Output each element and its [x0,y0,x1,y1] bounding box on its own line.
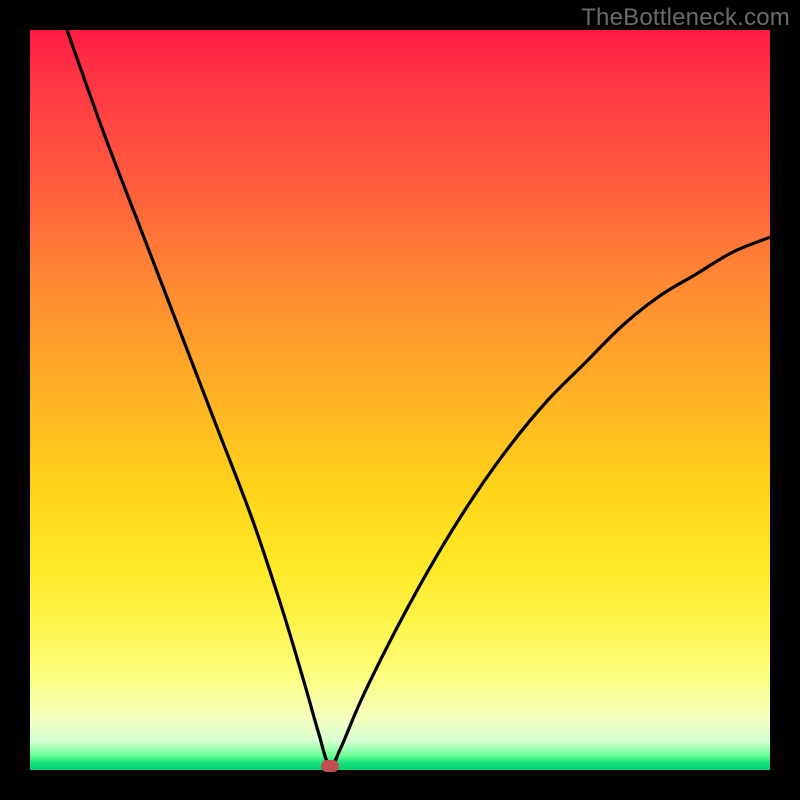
minimum-marker [321,760,339,772]
plot-area [30,30,770,770]
watermark-label: TheBottleneck.com [581,4,790,32]
chart-frame: TheBottleneck.com [0,0,800,800]
bottleneck-curve [30,30,770,770]
